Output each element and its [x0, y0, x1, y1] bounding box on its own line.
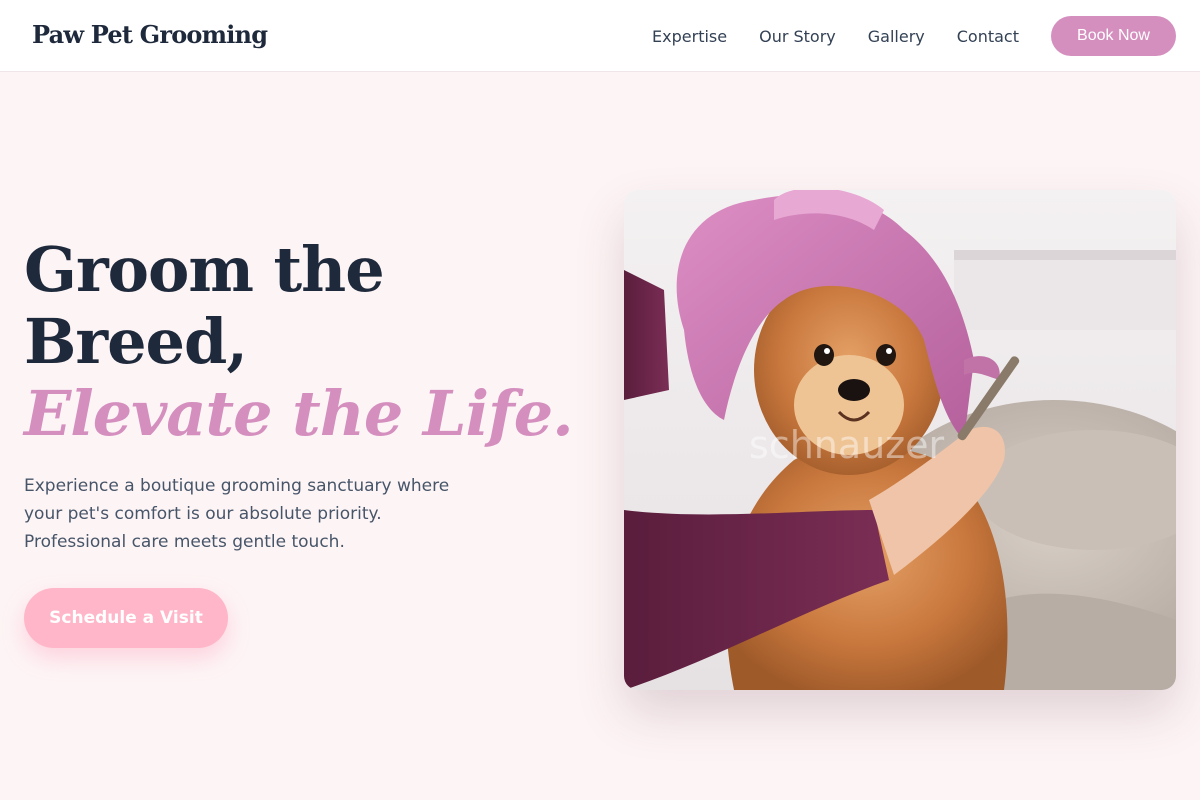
nav-link-gallery[interactable]: Gallery: [868, 27, 925, 46]
site-header: Paw Pet Grooming Expertise Our Story Gal…: [0, 0, 1200, 72]
nav-link-contact[interactable]: Contact: [957, 27, 1019, 46]
hero-title-line1: Groom the: [24, 233, 385, 306]
hero-description: Experience a boutique grooming sanctuary…: [24, 476, 450, 552]
image-watermark: schnauzer: [749, 423, 945, 467]
hero-title-accent: Elevate the Life.: [24, 377, 574, 450]
schedule-visit-button[interactable]: Schedule a Visit: [24, 588, 228, 648]
nav-link-our-story[interactable]: Our Story: [759, 27, 836, 46]
site-logo[interactable]: Paw Pet Grooming: [32, 20, 268, 49]
hero-title-line2: Breed,: [24, 305, 248, 378]
nav-link-expertise[interactable]: Expertise: [652, 27, 727, 46]
hero-dog-photo: schnauzer: [624, 190, 1176, 690]
book-now-button[interactable]: Book Now: [1051, 16, 1176, 56]
dog-grooming-illustration: schnauzer: [624, 190, 1176, 690]
main-nav: Expertise Our Story Gallery Contact Book…: [652, 16, 1176, 56]
hero-title: Groom the Breed, Elevate the Life.: [24, 233, 574, 450]
